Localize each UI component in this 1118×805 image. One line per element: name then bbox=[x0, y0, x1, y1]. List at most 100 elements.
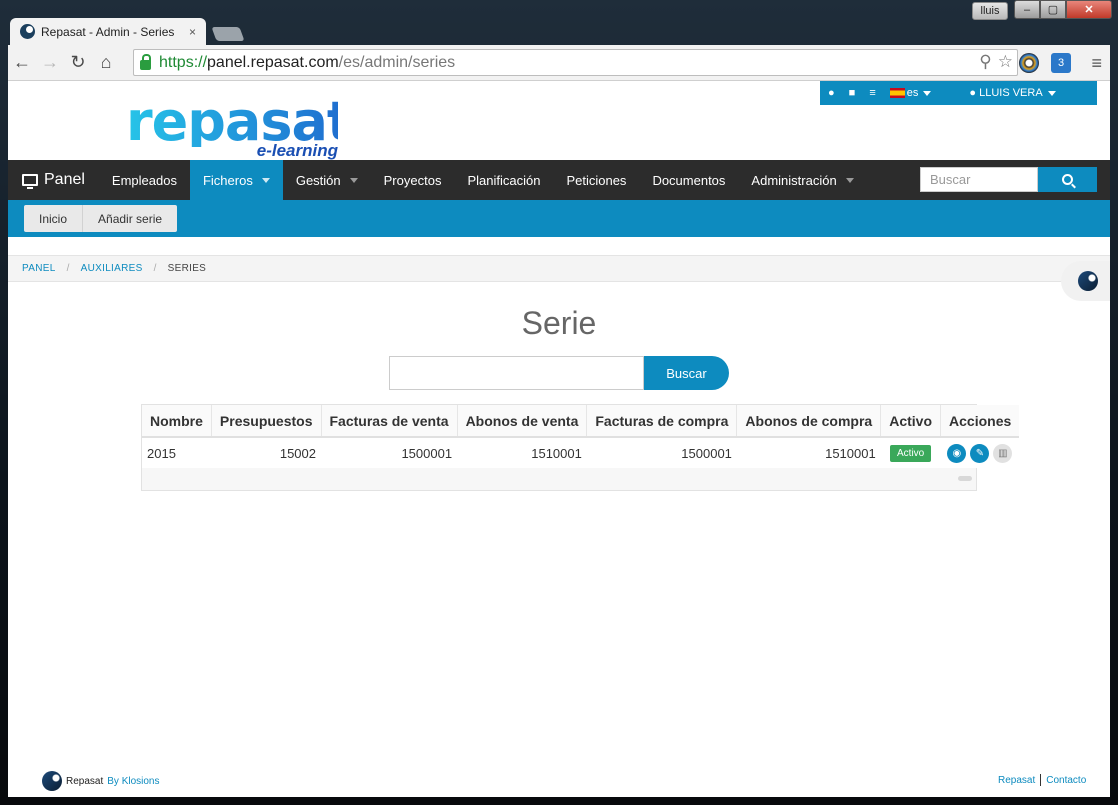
logo-word: repasat bbox=[126, 90, 353, 153]
nav-item-label: Planificación bbox=[467, 172, 541, 188]
close-window-button[interactable]: ✕ bbox=[1066, 0, 1112, 19]
chevron-down-icon bbox=[349, 177, 358, 183]
edit-pencil-icon[interactable]: ✎ bbox=[970, 443, 990, 463]
col-facturas-compra[interactable]: Facturas de compra bbox=[586, 405, 738, 438]
list-icon[interactable]: ≡ bbox=[869, 87, 875, 99]
omnibox-actions: ⚲ ☆ bbox=[979, 52, 1013, 72]
url-host: panel.repasat.com bbox=[207, 53, 339, 71]
nav-item-label: Empleados bbox=[111, 172, 177, 188]
add-serie-button[interactable]: Añadir serie bbox=[83, 205, 178, 232]
col-facturas-venta[interactable]: Facturas de venta bbox=[321, 405, 458, 438]
nav-item-peticiones[interactable]: Peticiones bbox=[553, 160, 639, 200]
tab-close-icon[interactable]: × bbox=[189, 25, 196, 39]
footer-link-contacto[interactable]: Contacto bbox=[1046, 775, 1086, 786]
breadcrumb-panel[interactable]: PANEL bbox=[22, 263, 56, 274]
language-selector[interactable]: es bbox=[889, 87, 932, 99]
browser-menu-icon[interactable]: ≡ bbox=[1091, 53, 1102, 74]
nav-item-proyectos[interactable]: Proyectos bbox=[371, 160, 455, 200]
nav-item-administracion[interactable]: Administración bbox=[738, 160, 866, 200]
minimize-button[interactable]: ‒ bbox=[1014, 0, 1040, 19]
sub-navigation: Inicio Añadir serie bbox=[8, 200, 1110, 237]
footer-link-repasat[interactable]: Repasat bbox=[998, 775, 1035, 786]
extension-color-icon[interactable] bbox=[1019, 53, 1039, 73]
main-navigation: Panel Empleados Ficheros Gestión Proyect… bbox=[8, 160, 1110, 200]
col-nombre[interactable]: Nombre bbox=[142, 405, 212, 438]
series-table: Nombre Presupuestos Facturas de venta Ab… bbox=[142, 405, 1020, 468]
tab-title: Repasat - Admin - Series bbox=[41, 24, 175, 39]
user-icon: ● bbox=[969, 87, 977, 99]
logo-subtitle: e-learning bbox=[256, 141, 338, 160]
chevron-down-icon bbox=[923, 90, 932, 96]
side-widget-button[interactable] bbox=[1061, 261, 1110, 301]
spain-flag-icon bbox=[889, 88, 905, 99]
footer-brand-name: Repasat bbox=[66, 775, 104, 787]
footer-brand: Repasat By Klosions bbox=[42, 771, 160, 791]
extension-badge-icon[interactable]: 3 bbox=[1051, 53, 1071, 73]
browser-tab[interactable]: Repasat - Admin - Series × bbox=[10, 18, 206, 45]
col-abonos-compra[interactable]: Abonos de compra bbox=[736, 405, 882, 438]
serie-search-form: Buscar bbox=[389, 356, 729, 390]
footer-by-link[interactable]: By Klosions bbox=[107, 776, 159, 787]
horizontal-scrollbar[interactable] bbox=[958, 476, 972, 481]
nav-item-planificacion[interactable]: Planificación bbox=[454, 160, 553, 200]
window-controls: ‒ ▢ ✕ bbox=[1014, 0, 1112, 19]
page-title: Serie bbox=[521, 305, 597, 341]
browser-window: lluis ‒ ▢ ✕ Repasat - Admin - Series × ←… bbox=[0, 0, 1118, 805]
col-activo[interactable]: Activo bbox=[880, 405, 942, 438]
row-actions: ◉ ✎ ▥ bbox=[947, 443, 1013, 463]
monitor-icon bbox=[22, 174, 38, 189]
user-menu[interactable]: ● LLUIS VERA bbox=[969, 87, 1056, 99]
breadcrumb-separator: / bbox=[153, 263, 157, 274]
repasat-logo-icon bbox=[42, 771, 62, 791]
user-name: LLUIS VERA bbox=[979, 87, 1043, 99]
table-row[interactable]: 2015 15002 1500001 1510001 1500001 15100… bbox=[142, 437, 1019, 468]
new-tab-button[interactable] bbox=[211, 27, 245, 41]
nav-brand-label: Panel bbox=[44, 171, 85, 188]
nav-item-documentos[interactable]: Documentos bbox=[639, 160, 738, 200]
nav-item-ficheros[interactable]: Ficheros bbox=[189, 160, 283, 200]
buscar-button[interactable]: Buscar bbox=[644, 356, 729, 390]
home-icon[interactable]: ⌂ bbox=[92, 52, 120, 73]
breadcrumb-separator: / bbox=[66, 263, 70, 274]
series-table-container: Nombre Presupuestos Facturas de venta Ab… bbox=[141, 404, 1020, 491]
nav-item-empleados[interactable]: Empleados bbox=[99, 160, 190, 200]
reload-icon[interactable]: ↻ bbox=[64, 52, 92, 73]
address-bar[interactable]: https:// panel.repasat.com /es/admin/ser… bbox=[133, 49, 1018, 76]
breadcrumb-current: SERIES bbox=[167, 263, 207, 274]
user-topbar: ● ■ ≡ es ● LLUIS VERA bbox=[820, 81, 1097, 105]
serie-search-input[interactable] bbox=[389, 356, 644, 390]
back-arrow-icon[interactable]: ← bbox=[8, 52, 36, 73]
user-icon[interactable]: ● bbox=[828, 87, 835, 99]
nav-search-input[interactable]: Buscar bbox=[920, 167, 1038, 192]
view-eye-icon[interactable]: ◉ bbox=[947, 443, 967, 463]
briefcase-icon[interactable]: ■ bbox=[849, 87, 856, 99]
col-abonos-venta[interactable]: Abonos de venta bbox=[457, 405, 588, 438]
nav-item-label: Proyectos bbox=[383, 172, 442, 188]
cell-abonos-compra: 1510001 bbox=[825, 445, 876, 461]
breadcrumb-auxiliares[interactable]: AUXILIARES bbox=[81, 263, 143, 274]
bookmark-star-icon[interactable]: ☆ bbox=[998, 52, 1013, 72]
zoom-icon[interactable]: ⚲ bbox=[979, 52, 991, 72]
nav-item-label: Documentos bbox=[652, 172, 726, 188]
chevron-down-icon bbox=[261, 177, 270, 183]
table-header-row: Nombre Presupuestos Facturas de venta Ab… bbox=[142, 405, 1020, 438]
chevron-down-icon bbox=[1047, 90, 1056, 96]
language-code: es bbox=[906, 87, 919, 99]
nav-panel-link[interactable]: Panel bbox=[8, 160, 99, 200]
cell-acciones: ◉ ✎ ▥ bbox=[941, 437, 1020, 468]
cell-facturas-venta: 1500001 bbox=[401, 445, 453, 461]
forward-arrow-icon[interactable]: → bbox=[36, 52, 64, 73]
url-scheme: https:// bbox=[159, 53, 208, 71]
cell-abonos-venta: 1510001 bbox=[531, 445, 582, 461]
nav-search-button[interactable] bbox=[1038, 167, 1097, 192]
maximize-button[interactable]: ▢ bbox=[1040, 0, 1066, 19]
col-presupuestos[interactable]: Presupuestos bbox=[211, 405, 322, 438]
footer-links: Repasat Contacto bbox=[998, 774, 1086, 786]
repasat-logo[interactable]: repasat e-learning bbox=[126, 90, 353, 161]
nav-item-label: Administración bbox=[751, 172, 837, 188]
os-user-chip[interactable]: lluis bbox=[972, 2, 1008, 20]
status-badge: Activo bbox=[890, 445, 932, 462]
inicio-button[interactable]: Inicio bbox=[24, 205, 84, 232]
nav-item-gestion[interactable]: Gestión bbox=[283, 160, 371, 200]
delete-trash-icon[interactable]: ▥ bbox=[993, 443, 1013, 463]
